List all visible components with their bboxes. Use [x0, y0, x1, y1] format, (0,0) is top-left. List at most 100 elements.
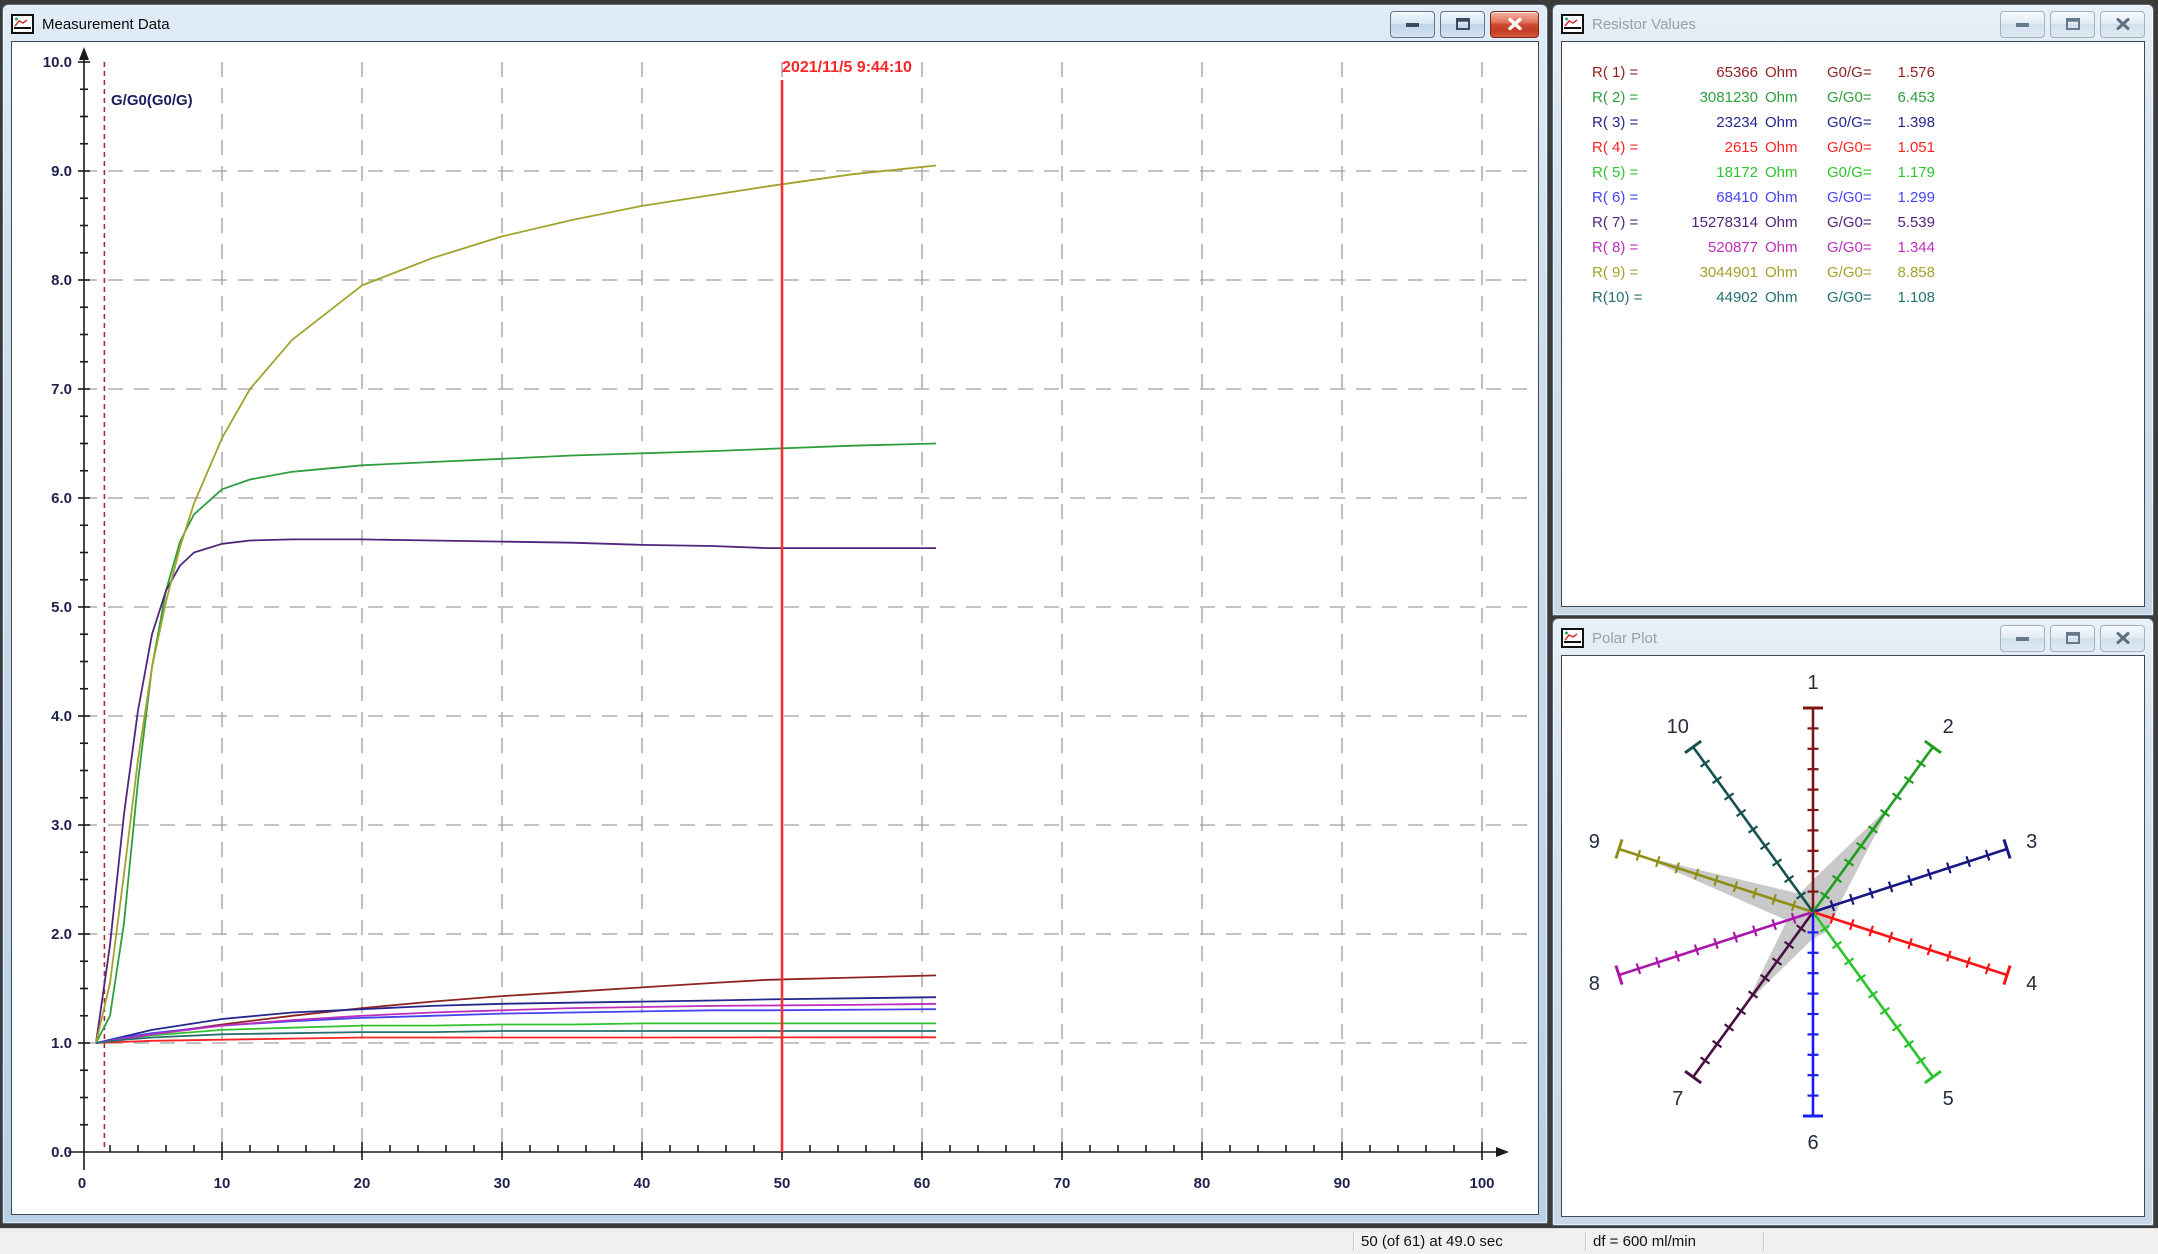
resistor-row: R( 4) =2615OhmG/G0=1.051	[1592, 135, 2144, 160]
polar-ray-5	[1813, 912, 1941, 1083]
x-tick-label: 0	[78, 1175, 86, 1192]
res-ratio: 8.858	[1887, 260, 1935, 285]
y-tick-label: 10.0	[43, 54, 72, 71]
x-tick-label: 10	[214, 1175, 231, 1192]
polar-ray-label: 6	[1807, 1132, 1818, 1154]
res-label: R( 4) =	[1592, 135, 1670, 160]
res-ratio-label: G0/G=	[1827, 110, 1887, 135]
resistors-window-title: Resistor Values	[1592, 16, 1696, 33]
x-tick-label: 20	[354, 1175, 371, 1192]
x-tick-label: 40	[634, 1175, 651, 1192]
polar-ray-label: 1	[1807, 672, 1818, 694]
res-ratio-label: G/G0=	[1827, 135, 1887, 160]
x-axis-arrow	[1496, 1147, 1509, 1157]
x-tick-label: 30	[494, 1175, 511, 1192]
polar-ray-7	[1685, 912, 1813, 1083]
timestamp-label: 2021/11/5 9:44:10	[782, 59, 912, 76]
y-axis-arrow	[79, 47, 89, 60]
resistor-row: R( 2) =3081230OhmG/G0=6.453	[1592, 85, 2144, 110]
y-tick-label: 2.0	[51, 926, 72, 943]
window-measurement-data: Measurement Data 0.01.02.03.04.05.06.07.…	[2, 4, 1548, 1224]
y-tick-label: 5.0	[51, 599, 72, 616]
measurement-window-title: Measurement Data	[42, 16, 170, 33]
resistor-values-area: R( 1) =65366OhmG0/G=1.576R( 2) =3081230O…	[1561, 41, 2145, 607]
res-ratio: 1.179	[1887, 160, 1935, 185]
polar-ray-label: 5	[1943, 1088, 1954, 1110]
chart-y-axis-caption: G/G0(G0/G)	[111, 92, 193, 109]
res-value: 65366	[1670, 60, 1758, 85]
window-resistor-values: Resistor Values R( 1) =65366OhmG0/G=1.57…	[1552, 4, 2154, 616]
y-tick-label: 9.0	[51, 163, 72, 180]
close-button[interactable]	[2100, 11, 2145, 38]
y-tick-label: 4.0	[51, 708, 72, 725]
res-ratio: 1.398	[1887, 110, 1935, 135]
y-tick-label: 0.0	[51, 1144, 72, 1161]
chart-app-icon[interactable]	[1561, 14, 1585, 35]
res-unit: Ohm	[1758, 185, 1815, 210]
res-value: 3044901	[1670, 260, 1758, 285]
measurement-titlebar[interactable]: Measurement Data	[3, 5, 1547, 40]
polar-ray-label: 10	[1667, 716, 1689, 738]
polar-ray-4	[1813, 912, 2010, 985]
res-unit: Ohm	[1758, 110, 1815, 135]
resistors-titlebar[interactable]: Resistor Values	[1553, 5, 2153, 40]
x-tick-label: 70	[1054, 1175, 1071, 1192]
resistor-row: R(10) =44902OhmG/G0=1.108	[1592, 285, 2144, 310]
x-tick-label: 50	[774, 1175, 791, 1192]
res-ratio: 6.453	[1887, 85, 1935, 110]
x-tick-label: 100	[1469, 1175, 1494, 1192]
res-ratio: 5.539	[1887, 210, 1935, 235]
measurement-chart-area[interactable]: 0.01.02.03.04.05.06.07.08.09.010.0010203…	[11, 41, 1539, 1215]
res-unit: Ohm	[1758, 85, 1815, 110]
res-ratio-label: G/G0=	[1827, 185, 1887, 210]
res-ratio-label: G/G0=	[1827, 235, 1887, 260]
res-ratio: 1.108	[1887, 285, 1935, 310]
chart-app-icon[interactable]	[1561, 628, 1585, 649]
close-button[interactable]	[1490, 11, 1539, 38]
x-tick-label: 90	[1334, 1175, 1351, 1192]
minimize-button[interactable]	[2000, 625, 2045, 652]
maximize-button[interactable]	[2050, 11, 2095, 38]
measurement-chart[interactable]: 0.01.02.03.04.05.06.07.08.09.010.0010203…	[12, 42, 1539, 1215]
res-ratio-label: G0/G=	[1827, 160, 1887, 185]
res-value: 18172	[1670, 160, 1758, 185]
res-ratio: 1.299	[1887, 185, 1935, 210]
polar-plot-area: 12345678910	[1561, 655, 2145, 1217]
res-unit: Ohm	[1758, 235, 1815, 260]
polar-ray-label: 7	[1672, 1088, 1683, 1110]
minimize-button[interactable]	[1390, 11, 1435, 38]
res-ratio-label: G/G0=	[1827, 260, 1887, 285]
res-label: R(10) =	[1592, 285, 1670, 310]
res-label: R( 6) =	[1592, 185, 1670, 210]
polar-titlebar[interactable]: Polar Plot	[1553, 619, 2153, 654]
resistor-row: R( 3) =23234OhmG0/G=1.398	[1592, 110, 2144, 135]
res-unit: Ohm	[1758, 260, 1815, 285]
maximize-button[interactable]	[2050, 625, 2095, 652]
res-label: R( 8) =	[1592, 235, 1670, 260]
close-button[interactable]	[2100, 625, 2145, 652]
y-tick-label: 3.0	[51, 817, 72, 834]
y-tick-label: 7.0	[51, 381, 72, 398]
res-unit: Ohm	[1758, 135, 1815, 160]
res-ratio: 1.051	[1887, 135, 1935, 160]
polar-ray-label: 3	[2026, 831, 2037, 853]
maximize-button[interactable]	[1440, 11, 1485, 38]
y-tick-label: 1.0	[51, 1035, 72, 1052]
minimize-button[interactable]	[2000, 11, 2045, 38]
polar-ray-label: 8	[1589, 973, 1600, 995]
chart-app-icon[interactable]	[11, 14, 35, 35]
res-ratio-label: G/G0=	[1827, 85, 1887, 110]
window-polar-plot: Polar Plot 12345678910	[1552, 618, 2154, 1226]
res-label: R( 7) =	[1592, 210, 1670, 235]
res-value: 68410	[1670, 185, 1758, 210]
res-unit: Ohm	[1758, 285, 1815, 310]
res-value: 23234	[1670, 110, 1758, 135]
y-tick-label: 8.0	[51, 272, 72, 289]
res-unit: Ohm	[1758, 160, 1815, 185]
resistor-row: R( 5) =18172OhmG0/G=1.179	[1592, 160, 2144, 185]
polar-ray-label: 9	[1589, 831, 1600, 853]
res-label: R( 9) =	[1592, 260, 1670, 285]
res-value: 3081230	[1670, 85, 1758, 110]
status-separator	[1763, 1232, 1764, 1251]
res-label: R( 1) =	[1592, 60, 1670, 85]
